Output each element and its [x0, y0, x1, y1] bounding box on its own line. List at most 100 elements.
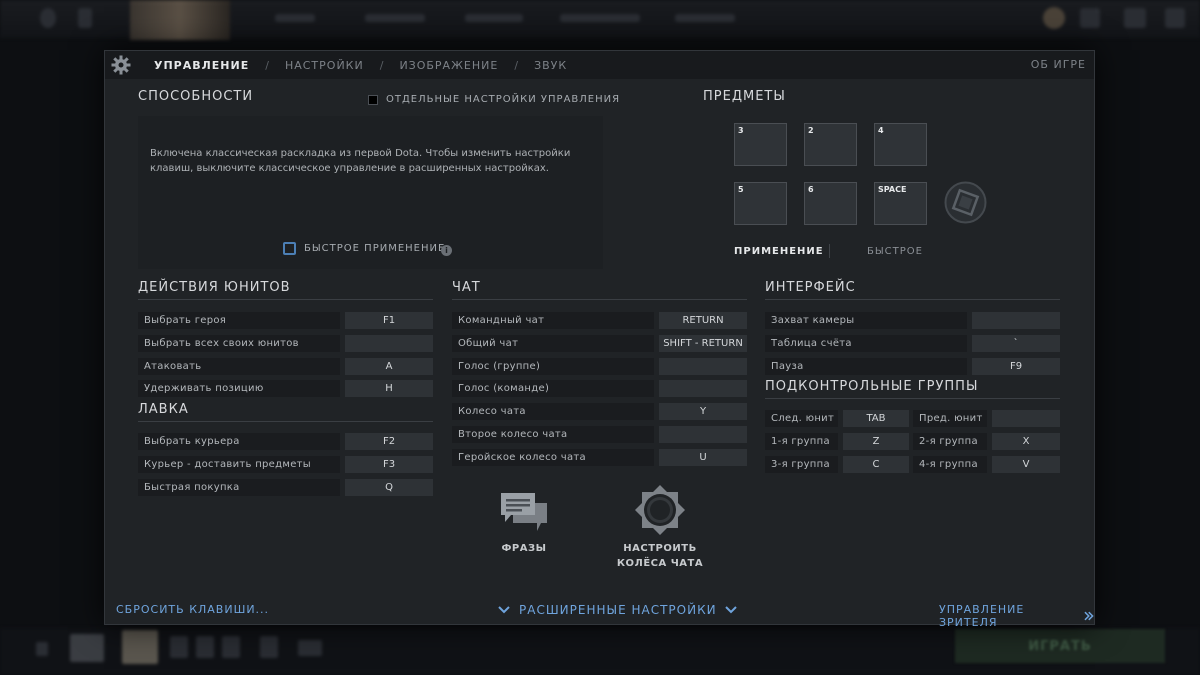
binding-key[interactable] — [659, 426, 747, 443]
tab-sound[interactable]: ЗВУК — [534, 59, 567, 72]
tab-separator: / — [265, 58, 269, 72]
divider — [138, 299, 433, 300]
binding-label: Удерживать позицию — [138, 380, 340, 397]
binding-key[interactable] — [972, 312, 1060, 329]
settings-tab-bar: УПРАВЛЕНИЕ / НАСТРОЙКИ / ИЗОБРАЖЕНИЕ / З… — [105, 51, 1094, 79]
divider — [765, 398, 1060, 399]
binding-key[interactable] — [992, 410, 1060, 427]
reset-keys-link[interactable]: СБРОСИТЬ КЛАВИШИ... — [116, 603, 269, 616]
binding-key[interactable]: Z — [843, 433, 909, 450]
chevron-down-icon — [498, 606, 510, 614]
items-tab-divider — [829, 244, 830, 258]
interface-title: ИНТЕРФЕЙС — [765, 280, 856, 295]
binding-label: Геройское колесо чата — [452, 449, 654, 466]
binding-label: Выбрать героя — [138, 312, 340, 329]
shop-title: ЛАВКА — [138, 402, 189, 417]
quick-cast-checkbox[interactable] — [283, 242, 296, 255]
binding-key[interactable]: U — [659, 449, 747, 466]
neutral-item-icon[interactable] — [944, 181, 987, 224]
background-top-bar — [0, 0, 1200, 40]
settings-panel: УПРАВЛЕНИЕ / НАСТРОЙКИ / ИЗОБРАЖЕНИЕ / З… — [104, 50, 1095, 629]
advanced-settings-label: РАСШИРЕННЫЕ НАСТРОЙКИ — [519, 603, 717, 617]
items-title: ПРЕДМЕТЫ — [703, 89, 786, 104]
binding-key[interactable]: SHIFT - RETURN — [659, 335, 747, 352]
configure-label-line1: НАСТРОИТЬ — [623, 543, 697, 554]
double-chevron-right-icon — [1083, 611, 1094, 621]
abilities-title: СПОСОБНОСТИ — [138, 89, 254, 104]
phrases-label: ФРАЗЫ — [501, 543, 547, 554]
binding-label: Командный чат — [452, 312, 654, 329]
item-slot[interactable]: 3 — [734, 123, 787, 166]
tab-about[interactable]: ОБ ИГРЕ — [1031, 58, 1086, 71]
binding-label: Выбрать всех своих юнитов — [138, 335, 340, 352]
spectator-controls-label: УПРАВЛЕНИЕ ЗРИТЕЛЯ — [939, 603, 1025, 629]
binding-label: Курьер - доставить предметы — [138, 456, 340, 473]
binding-label: Быстрая покупка — [138, 479, 340, 496]
advanced-settings-toggle[interactable]: РАСШИРЕННЫЕ НАСТРОЙКИ — [498, 602, 737, 618]
items-tab-quick[interactable]: БЫСТРОЕ — [867, 246, 923, 257]
binding-key[interactable]: C — [843, 456, 909, 473]
unit-actions-title: ДЕЙСТВИЯ ЮНИТОВ — [138, 280, 291, 295]
binding-key[interactable]: RETURN — [659, 312, 747, 329]
binding-key[interactable]: Q — [345, 479, 433, 496]
binding-key[interactable]: TAB — [843, 410, 909, 427]
tab-controls[interactable]: УПРАВЛЕНИЕ — [154, 59, 249, 72]
info-icon[interactable]: i — [441, 245, 452, 256]
control-groups-title: ПОДКОНТРОЛЬНЫЕ ГРУППЫ — [765, 379, 979, 394]
chevron-down-icon — [724, 606, 737, 614]
configure-chat-wheels-button[interactable]: НАСТРОИТЬ КОЛЁСА ЧАТА — [613, 484, 707, 574]
binding-label: Колесо чата — [452, 403, 654, 420]
binding-label: Атаковать — [138, 358, 340, 375]
binding-key[interactable] — [659, 380, 747, 397]
item-slot[interactable]: 2 — [804, 123, 857, 166]
binding-label: 3-я группа — [765, 456, 838, 473]
item-slot[interactable]: 4 — [874, 123, 927, 166]
binding-key[interactable]: F3 — [345, 456, 433, 473]
binding-label: 1-я группа — [765, 433, 838, 450]
classic-layout-message: Включена классическая раскладка из перво… — [150, 148, 571, 174]
binding-key[interactable]: F9 — [972, 358, 1060, 375]
binding-label: Таблица счёта — [765, 335, 967, 352]
binding-label: Голос (группе) — [452, 358, 654, 375]
spectator-controls-link[interactable]: УПРАВЛЕНИЕ ЗРИТЕЛЯ — [939, 603, 1094, 629]
chat-wheel-icon — [635, 485, 685, 535]
tab-video[interactable]: ИЗОБРАЖЕНИЕ — [399, 59, 498, 72]
item-slot[interactable]: 5 — [734, 182, 787, 225]
binding-key[interactable]: F2 — [345, 433, 433, 450]
tab-settings[interactable]: НАСТРОЙКИ — [285, 59, 364, 72]
separate-settings-checkbox[interactable] — [368, 95, 378, 105]
binding-label: Пауза — [765, 358, 967, 375]
divider — [452, 299, 747, 300]
binding-key[interactable]: Y — [659, 403, 747, 420]
gear-icon — [108, 51, 134, 79]
binding-key[interactable]: H — [345, 380, 433, 397]
phrases-button[interactable]: ФРАЗЫ — [491, 489, 557, 559]
binding-label: Захват камеры — [765, 312, 967, 329]
binding-key[interactable]: ` — [972, 335, 1060, 352]
binding-label: Выбрать курьера — [138, 433, 340, 450]
divider — [138, 421, 433, 422]
binding-label: Пред. юнит — [913, 410, 987, 427]
binding-label: 4-я группа — [913, 456, 987, 473]
separate-settings-label: ОТДЕЛЬНЫЕ НАСТРОЙКИ УПРАВЛЕНИЯ — [386, 94, 621, 105]
chat-title: ЧАТ — [452, 280, 481, 295]
binding-label: Общий чат — [452, 335, 654, 352]
binding-key[interactable]: X — [992, 433, 1060, 450]
binding-label: Второе колесо чата — [452, 426, 654, 443]
configure-label-line2: КОЛЁСА ЧАТА — [616, 558, 704, 569]
chat-bubbles-icon — [501, 493, 547, 531]
binding-key[interactable]: A — [345, 358, 433, 375]
binding-key[interactable]: F1 — [345, 312, 433, 329]
quick-cast-label: БЫСТРОЕ ПРИМЕНЕНИЕ — [304, 243, 446, 254]
binding-key[interactable] — [345, 335, 433, 352]
item-slot[interactable]: 6 — [804, 182, 857, 225]
play-button-background: ИГРАТЬ — [955, 629, 1165, 663]
abilities-box: Включена классическая раскладка из перво… — [138, 116, 603, 269]
item-slot[interactable]: SPACE — [874, 182, 927, 225]
binding-label: 2-я группа — [913, 433, 987, 450]
binding-key[interactable] — [659, 358, 747, 375]
tab-separator: / — [379, 58, 384, 72]
binding-key[interactable]: V — [992, 456, 1060, 473]
binding-label: Голос (команде) — [452, 380, 654, 397]
items-tab-apply[interactable]: ПРИМЕНЕНИЕ — [734, 246, 824, 257]
